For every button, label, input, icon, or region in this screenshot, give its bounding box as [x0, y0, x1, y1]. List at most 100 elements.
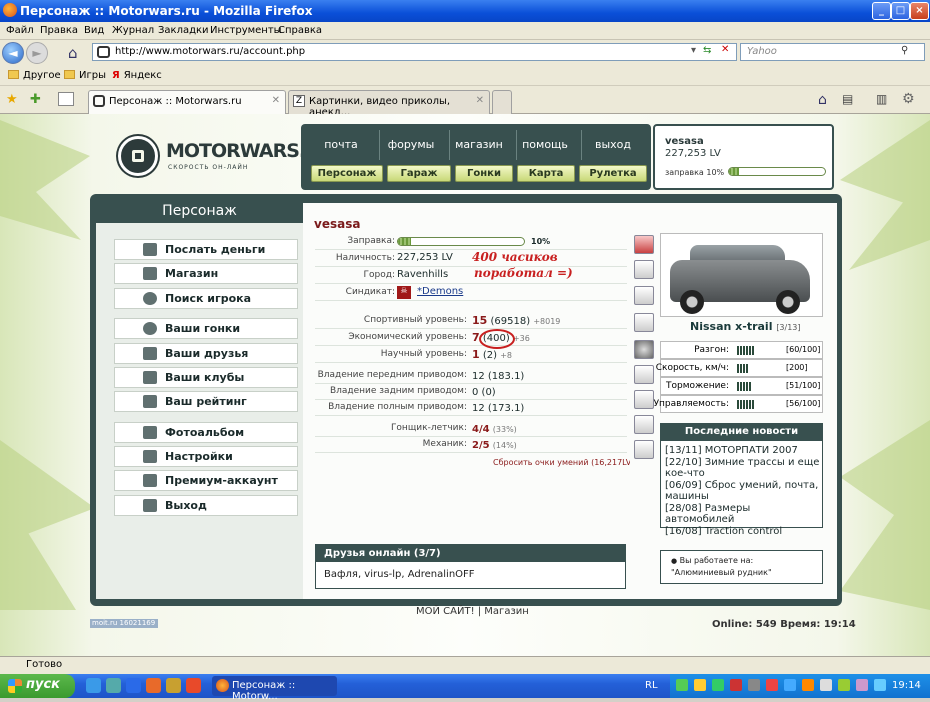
your-friends-button[interactable]: Ваши друзья [114, 343, 298, 364]
start-button[interactable]: пуск [0, 674, 75, 698]
gear-icon[interactable]: ⚙ [902, 91, 915, 107]
premium-account-button[interactable]: Премиум-аккаунт [114, 470, 298, 491]
send-money-button[interactable]: Послать деньги [114, 239, 298, 260]
photo-album-button[interactable]: Фотоальбом [114, 422, 298, 443]
menu-bookmarks[interactable]: Закладки [158, 25, 209, 36]
seat-icon[interactable] [634, 415, 654, 434]
brake-icon[interactable] [634, 365, 654, 384]
logout-button[interactable]: Выход [114, 495, 298, 516]
quicklaunch-icon[interactable] [86, 678, 101, 693]
subnav-character[interactable]: Персонаж [311, 165, 383, 182]
subnav-map[interactable]: Карта [517, 165, 575, 182]
tray-icon[interactable] [748, 679, 760, 691]
nav-forums[interactable]: форумы [381, 138, 441, 151]
language-indicator[interactable]: RL [645, 680, 658, 691]
menu-history[interactable]: Журнал [112, 25, 154, 36]
page-menu-icon[interactable]: ▥ [876, 92, 887, 106]
work-place[interactable]: "Алюминиевый рудник" [671, 567, 822, 578]
friends-online-list[interactable]: Вафля, virus-lp, AdrenalinOFF [324, 569, 475, 580]
tab-character[interactable]: Персонаж :: Motorwars.ru ✕ [88, 90, 286, 114]
menu-tools[interactable]: Инструменты [210, 25, 282, 36]
reload-icon[interactable]: ⇆ [703, 45, 711, 56]
quicklaunch-icon[interactable] [146, 678, 161, 693]
minimize-button[interactable]: _ [872, 2, 891, 20]
home-icon[interactable]: ⌂ [818, 92, 827, 108]
your-clubs-button[interactable]: Ваши клубы [114, 367, 298, 388]
exhaust-icon[interactable] [634, 286, 654, 305]
your-rating-button[interactable]: Ваш рейтинг [114, 391, 298, 412]
tray-icon[interactable] [676, 679, 688, 691]
tray-icon[interactable] [730, 679, 742, 691]
tray-icon[interactable] [856, 679, 868, 691]
news-item[interactable]: [22/10] Зимние трассы и еще кое-что [665, 457, 822, 480]
steering-icon[interactable] [634, 440, 654, 459]
subnav-garage[interactable]: Гараж [387, 165, 451, 182]
body-kit-icon[interactable] [634, 313, 654, 332]
dropdown-icon[interactable]: ▾ [691, 45, 696, 56]
star-icon[interactable]: ★ [6, 92, 18, 107]
menu-view[interactable]: Вид [84, 25, 104, 36]
url-bar[interactable]: http://www.motorwars.ru/account.php ▾ ⇆ … [92, 43, 737, 61]
quicklaunch-icon[interactable] [186, 678, 201, 693]
close-tab-icon[interactable]: ✕ [272, 95, 280, 106]
your-races-button[interactable]: Ваши гонки [114, 318, 298, 339]
tray-icon[interactable] [820, 679, 832, 691]
home-icon[interactable]: ⌂ [68, 44, 78, 62]
nav-help[interactable]: помощь [515, 138, 575, 151]
add-icon[interactable]: ✚ [30, 92, 41, 107]
print-icon[interactable]: ▤ [842, 92, 853, 106]
subnav-roulette[interactable]: Рулетка [579, 165, 647, 182]
site-logo[interactable]: MOTORWARS.RU СКОРОСТЬ ОН-ЛАЙН [118, 134, 334, 184]
quicklaunch-icon[interactable] [166, 678, 181, 693]
tab-pictures[interactable]: Z Картинки, видео приколы, анекд... ✕ [288, 90, 490, 118]
tire-icon[interactable] [634, 260, 654, 279]
tray-icon[interactable] [874, 679, 886, 691]
turbo-icon[interactable] [634, 340, 654, 359]
news-item[interactable]: [13/11] МОТОРПАТИ 2007 [665, 445, 822, 457]
shop-button[interactable]: Магазин [114, 263, 298, 284]
subnav-races[interactable]: Гонки [455, 165, 513, 182]
settings-button[interactable]: Настройки [114, 446, 298, 467]
search-icon[interactable]: ⚲ [901, 45, 908, 56]
nav-mail[interactable]: почта [311, 138, 371, 151]
close-button[interactable]: × [910, 2, 929, 20]
bookmark-games[interactable]: Игры [64, 70, 106, 81]
footer-links[interactable]: МОЙ САЙТ! | Магазин [416, 606, 529, 617]
menu-help[interactable]: Справка [278, 25, 322, 36]
new-tab-button[interactable] [492, 90, 512, 114]
search-input[interactable]: Yahoo ⚲ [740, 43, 925, 61]
taskbar-window-button[interactable]: Персонаж :: Motorw... [212, 676, 337, 702]
forward-icon[interactable]: ► [26, 42, 48, 64]
menu-edit[interactable]: Правка [40, 25, 78, 36]
news-item[interactable]: [16/08] Traction control [665, 526, 822, 538]
site-favicon [93, 95, 105, 107]
tray-icon[interactable] [712, 679, 724, 691]
back-icon[interactable]: ◄ [2, 42, 24, 64]
bookmark-other[interactable]: Другое [8, 70, 61, 81]
syndicate-link[interactable]: *Demons [417, 286, 463, 297]
tray-icon[interactable] [802, 679, 814, 691]
filter-icon[interactable] [634, 390, 654, 409]
news-item[interactable]: [28/08] Размеры автомобилей [665, 503, 822, 526]
news-item[interactable]: [06/09] Сброс умений, почта, машины [665, 480, 822, 503]
quicklaunch-icon[interactable] [126, 678, 141, 693]
tab-list-icon[interactable] [58, 92, 74, 106]
tray-icon[interactable] [694, 679, 706, 691]
tray-icon[interactable] [766, 679, 778, 691]
stop-icon[interactable]: ✕ [721, 44, 729, 55]
bookmark-yandex[interactable]: Я Яндекс [112, 70, 162, 81]
reset-skills-link[interactable]: Сбросить очки умений (16,217LV) [493, 458, 634, 467]
maximize-button[interactable]: □ [891, 2, 910, 20]
car-name[interactable]: Nissan x-trail [3/13] [690, 320, 801, 333]
clock[interactable]: 19:14 [892, 680, 921, 691]
spring-icon[interactable] [634, 235, 654, 254]
menu-file[interactable]: Файл [6, 25, 34, 36]
nav-shop[interactable]: магазин [449, 138, 509, 151]
close-tab-icon[interactable]: ✕ [476, 95, 484, 106]
nav-exit[interactable]: выход [583, 138, 643, 151]
tray-icon[interactable] [784, 679, 796, 691]
visit-counter[interactable]: moit.ru 16021169 [90, 619, 158, 628]
find-player-button[interactable]: Поиск игрока [114, 288, 298, 309]
tray-icon[interactable] [838, 679, 850, 691]
quicklaunch-icon[interactable] [106, 678, 121, 693]
